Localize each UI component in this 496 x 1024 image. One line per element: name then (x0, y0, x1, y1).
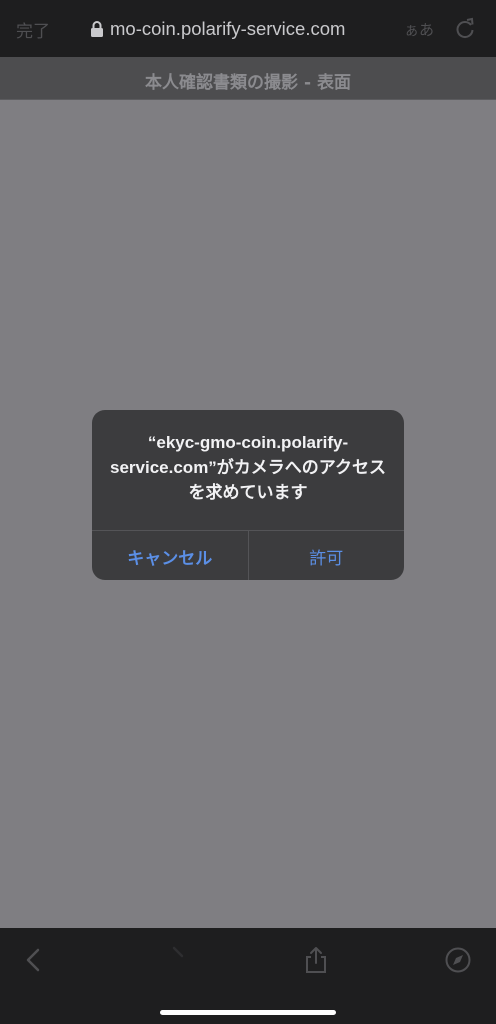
url-text: mo-coin.polarify-service.com (110, 18, 346, 39)
cancel-button[interactable]: キャンセル (92, 531, 249, 580)
lock-icon (91, 21, 103, 37)
compass-icon[interactable] (444, 946, 472, 974)
dialog-button-row: キャンセル 許可 (92, 530, 404, 580)
forward-icon[interactable] (160, 946, 188, 974)
allow-button[interactable]: 許可 (249, 531, 405, 580)
page-title: 本人確認書類の撮影 - 表面 (145, 73, 351, 93)
camera-permission-dialog: “ekyc-gmo-coin.polarify-service.com”がカメラ… (92, 410, 404, 580)
address-bar[interactable]: mo-coin.polarify-service.com (90, 15, 345, 43)
done-button[interactable]: 完了 (16, 17, 50, 42)
home-indicator[interactable] (160, 1010, 336, 1015)
text-size-button[interactable]: ぁあ (404, 19, 434, 40)
page-title-bar: 本人確認書類の撮影 - 表面 (0, 57, 496, 100)
dialog-message: “ekyc-gmo-coin.polarify-service.com”がカメラ… (110, 433, 386, 502)
browser-top-bar: 完了 mo-coin.polarify-service.com ぁあ (0, 0, 496, 57)
share-icon[interactable] (302, 946, 330, 974)
reload-icon[interactable] (454, 16, 476, 40)
back-icon[interactable] (20, 946, 48, 974)
